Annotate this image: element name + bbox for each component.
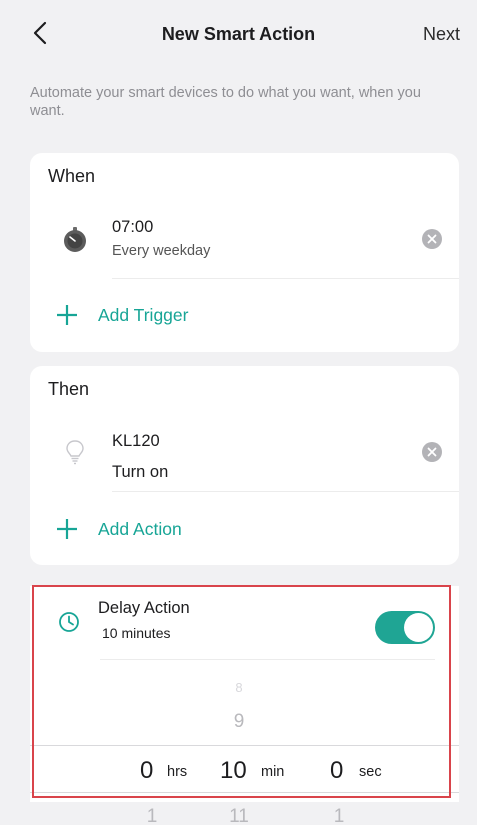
minutes-unit: min <box>261 764 285 780</box>
page-description: Automate your smart devices to do what y… <box>30 85 421 119</box>
action-device: KL120 <box>112 432 160 450</box>
trigger-repeat: Every weekday <box>112 243 211 259</box>
when-card: When 07:00 Every weekday Add Trigger <box>30 153 459 352</box>
hours-value[interactable]: 0 <box>140 757 153 785</box>
time-picker[interactable]: 0 hrs 10 min 0 sec <box>30 747 459 791</box>
toggle-knob <box>404 613 433 642</box>
hours-unit: hrs <box>167 764 188 780</box>
delay-toggle[interactable] <box>375 611 435 644</box>
divider <box>100 659 435 660</box>
nav-bar: New Smart Action Next <box>0 0 477 68</box>
delay-card: Delay Action 10 minutes 8 9 0 hrs 10 min… <box>30 586 459 802</box>
seconds-value[interactable]: 0 <box>330 757 343 785</box>
clock-icon <box>59 612 79 632</box>
next-button[interactable]: Next <box>423 24 460 45</box>
plus-icon <box>57 519 77 539</box>
seconds-next-value: 1 <box>333 806 345 825</box>
minutes-next-value: 11 <box>229 806 249 825</box>
delay-title: Delay Action <box>98 599 190 617</box>
stopwatch-icon <box>64 227 86 252</box>
back-chevron-icon[interactable] <box>30 18 52 48</box>
trigger-time: 07:00 <box>112 218 154 236</box>
minutes-value[interactable]: 10 <box>220 757 247 785</box>
picker-top-line <box>30 745 459 746</box>
picker-value-above: 9 <box>233 711 245 732</box>
page-title: New Smart Action <box>161 23 316 44</box>
divider <box>112 491 459 492</box>
picker-value-faint: 8 <box>235 680 243 695</box>
then-card: Then KL120 Turn on Add Action <box>30 366 459 565</box>
delay-summary: 10 minutes <box>102 625 171 641</box>
picker-bottom-line <box>30 792 459 793</box>
add-trigger-label: Add Trigger <box>98 304 189 325</box>
add-action-button[interactable]: Add Action <box>56 514 182 544</box>
hours-next-value: 1 <box>146 806 158 825</box>
add-trigger-button[interactable]: Add Trigger <box>56 300 188 330</box>
add-action-label: Add Action <box>98 518 182 539</box>
light-bulb-icon <box>66 440 84 465</box>
remove-action-icon[interactable] <box>422 442 442 462</box>
then-title: Then <box>48 379 90 399</box>
remove-trigger-icon[interactable] <box>422 229 442 249</box>
action-state: Turn on <box>112 463 169 481</box>
seconds-unit: sec <box>359 764 382 780</box>
when-title: When <box>48 166 96 186</box>
plus-icon <box>57 305 77 325</box>
divider <box>112 278 459 279</box>
